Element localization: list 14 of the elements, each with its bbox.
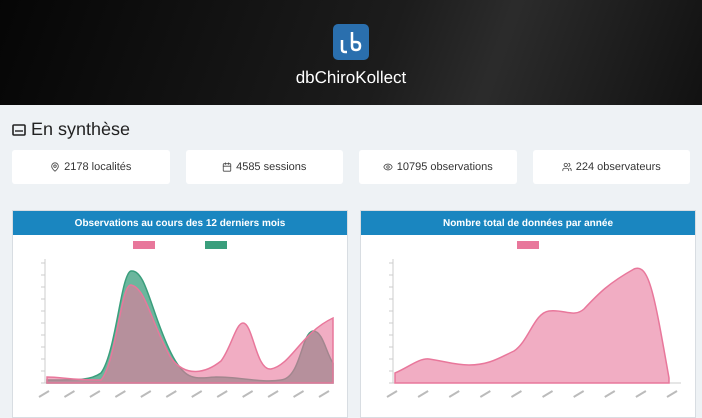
- card-icon: [12, 124, 26, 136]
- calendar-icon: [222, 162, 232, 172]
- stat-text: 10795 observations: [396, 161, 493, 173]
- users-icon: [562, 162, 572, 172]
- stat-text: 4585 sessions: [236, 161, 306, 173]
- stat-text: 2178 localités: [64, 161, 132, 173]
- panel-title: Nombre total de données par année: [361, 211, 695, 235]
- panel-title: Observations au cours des 12 derniers mois: [13, 211, 347, 235]
- eye-icon: [382, 162, 393, 172]
- map-pin-icon: [50, 162, 60, 172]
- section-title: En synthèse: [31, 119, 130, 140]
- logo-icon: [333, 24, 369, 60]
- app-title: dbChiroKollect: [296, 68, 406, 88]
- stat-text: 224 observateurs: [576, 161, 661, 173]
